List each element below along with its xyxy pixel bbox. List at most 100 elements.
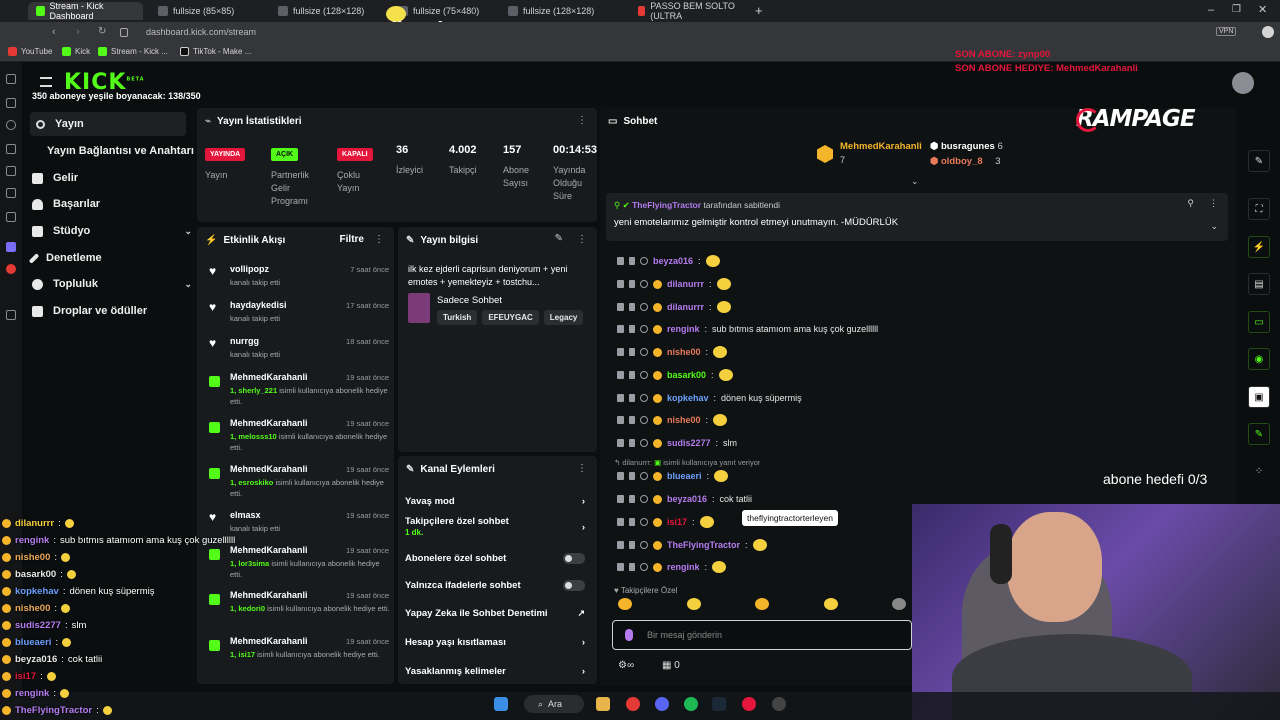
ban-icon[interactable] xyxy=(640,518,648,526)
fullscreen-icon[interactable]: ⛶ xyxy=(1248,198,1270,220)
timeout-icon[interactable] xyxy=(629,472,635,480)
delete-icon[interactable] xyxy=(617,280,624,288)
shield-icon[interactable] xyxy=(120,28,128,37)
delete-icon[interactable] xyxy=(617,257,624,265)
toggle-switch[interactable] xyxy=(563,579,585,591)
ban-icon[interactable] xyxy=(640,371,648,379)
chat-message[interactable]: kopkehav: dönen kuş süpermiş xyxy=(617,389,802,407)
tag[interactable]: Legacy xyxy=(543,310,584,325)
chat-message[interactable]: blueaeri: xyxy=(617,467,729,485)
wrench-icon[interactable]: ✎ xyxy=(1248,423,1270,445)
tab-fullsize-1[interactable]: fullsize (85×85) xyxy=(150,2,265,20)
menu-icon[interactable] xyxy=(40,77,52,87)
tab-kick-dashboard[interactable]: Stream - Kick Dashboard xyxy=(28,1,143,21)
delete-icon[interactable] xyxy=(617,325,624,333)
timeout-icon[interactable] xyxy=(629,439,635,447)
more-options-icon[interactable]: ⋮ xyxy=(577,463,587,474)
ban-icon[interactable] xyxy=(640,495,648,503)
maximize-button[interactable]: ❐ xyxy=(1232,4,1241,15)
chat-username[interactable]: blueaeri xyxy=(667,471,702,481)
chat-message[interactable]: rengink: sub bıtmıs atamıom ama kuş çok g… xyxy=(617,320,878,338)
delete-icon[interactable] xyxy=(617,472,624,480)
spotify-icon[interactable] xyxy=(684,697,698,711)
chat-message[interactable]: basark00: xyxy=(617,366,733,384)
nav-item-gelir[interactable]: Gelir xyxy=(32,166,78,190)
timeout-icon[interactable] xyxy=(629,303,635,311)
chat-icon[interactable]: ▭ xyxy=(1248,311,1270,333)
chat-username[interactable]: nishe00 xyxy=(667,347,701,357)
emote-icon[interactable] xyxy=(618,598,632,610)
chat-username[interactable]: rengink xyxy=(667,562,700,572)
activity-username[interactable]: MehmedKarahanli xyxy=(230,418,308,428)
delete-icon[interactable] xyxy=(617,348,624,356)
edit-icon[interactable]: ✎ xyxy=(1248,150,1270,172)
chat-username[interactable]: beyza016 xyxy=(667,494,707,504)
ban-icon[interactable] xyxy=(640,394,648,402)
action-slow-mode[interactable]: Yavaş mod › xyxy=(405,490,585,512)
emote-icon[interactable] xyxy=(686,598,701,610)
timeout-icon[interactable] xyxy=(629,257,635,265)
filter-button[interactable]: Filtre xyxy=(340,234,364,245)
nav-item-basarilar[interactable]: Başarılar xyxy=(32,192,100,216)
edit-icon[interactable]: ✎ xyxy=(555,233,563,244)
activity-username[interactable]: haydaykedisi xyxy=(230,300,287,310)
vpn-badge[interactable]: VPN xyxy=(1216,27,1237,36)
tab-fullsize-3[interactable]: fullsize (75×480) xyxy=(390,2,505,20)
minimize-button[interactable]: – xyxy=(1208,4,1214,16)
timeout-icon[interactable] xyxy=(629,325,635,333)
timeout-icon[interactable] xyxy=(629,348,635,356)
timeout-icon[interactable] xyxy=(629,280,635,288)
document-icon[interactable]: ▤ xyxy=(1248,273,1270,295)
timeout-icon[interactable] xyxy=(629,518,635,526)
ban-icon[interactable] xyxy=(640,439,648,447)
app-icon[interactable] xyxy=(772,697,786,711)
chat-message[interactable]: sudis2277: slm xyxy=(617,434,737,452)
bookmark-stream-kick[interactable]: Stream - Kick ... xyxy=(98,47,168,56)
delete-icon[interactable] xyxy=(617,495,624,503)
gifter-row-3[interactable]: ⬢ oldboy_8 3 xyxy=(930,156,1001,167)
delete-icon[interactable] xyxy=(617,439,624,447)
activity-username[interactable]: MehmedKarahanli xyxy=(230,590,308,600)
chat-username[interactable]: dilanurrr xyxy=(667,279,704,289)
settings-icon[interactable] xyxy=(6,166,16,176)
ban-icon[interactable] xyxy=(640,416,648,424)
avatar[interactable] xyxy=(1232,72,1254,94)
more-options-icon[interactable]: ⋮ xyxy=(1209,198,1218,209)
tag[interactable]: EFEUYGAC xyxy=(482,310,539,325)
chat-settings-icon[interactable]: ⚙∞ xyxy=(618,660,634,671)
history-icon[interactable] xyxy=(6,120,16,130)
taskbar-search[interactable]: ⌕ Ara xyxy=(524,695,584,713)
more-icon[interactable]: ⁘ xyxy=(1248,460,1270,482)
chat-username[interactable]: beyza016 xyxy=(653,256,693,266)
delete-icon[interactable] xyxy=(617,541,624,549)
opera-icon[interactable] xyxy=(6,264,16,274)
action-emote-only[interactable]: Yalnızca ifadelerle sohbet xyxy=(405,574,585,596)
action-account-age[interactable]: Hesap yaşı kısıtlaması › xyxy=(405,631,585,653)
top-gifter-name[interactable]: MehmedKarahanli xyxy=(840,141,922,152)
reload-icon[interactable]: ↻ xyxy=(98,26,106,37)
emote-icon[interactable] xyxy=(823,598,838,610)
player-icon[interactable] xyxy=(6,212,16,222)
pinboard-icon[interactable] xyxy=(6,188,16,198)
ban-icon[interactable] xyxy=(640,280,648,288)
chat-message[interactable]: TheFlyingTractor: xyxy=(617,536,767,554)
chat-message[interactable]: dilanurrr: xyxy=(617,298,731,316)
toggle-switch[interactable] xyxy=(563,552,585,564)
bookmark-tiktok[interactable]: TikTok - Make ... xyxy=(180,47,251,56)
bookmark-kick[interactable]: Kick xyxy=(62,47,90,56)
more-options-icon[interactable]: ⋮ xyxy=(577,234,587,245)
bookmark-icon[interactable] xyxy=(6,74,16,84)
chat-username[interactable]: kopkehav xyxy=(667,393,709,403)
action-subs-only[interactable]: Abonelere özel sohbet xyxy=(405,547,585,569)
emote-icon[interactable] xyxy=(755,598,769,610)
emote-icon[interactable] xyxy=(892,598,906,610)
activity-username[interactable]: MehmedKarahanli xyxy=(230,545,308,555)
obs-icon[interactable] xyxy=(742,697,756,711)
tab-fullsize-4[interactable]: fullsize (128×128) xyxy=(500,2,625,20)
ban-icon[interactable] xyxy=(640,303,648,311)
timeout-icon[interactable] xyxy=(629,541,635,549)
broadcast-icon[interactable]: ◉ xyxy=(1248,348,1270,370)
back-icon[interactable]: ‹ xyxy=(52,26,56,38)
ban-icon[interactable] xyxy=(640,348,648,356)
delete-icon[interactable] xyxy=(617,563,624,571)
